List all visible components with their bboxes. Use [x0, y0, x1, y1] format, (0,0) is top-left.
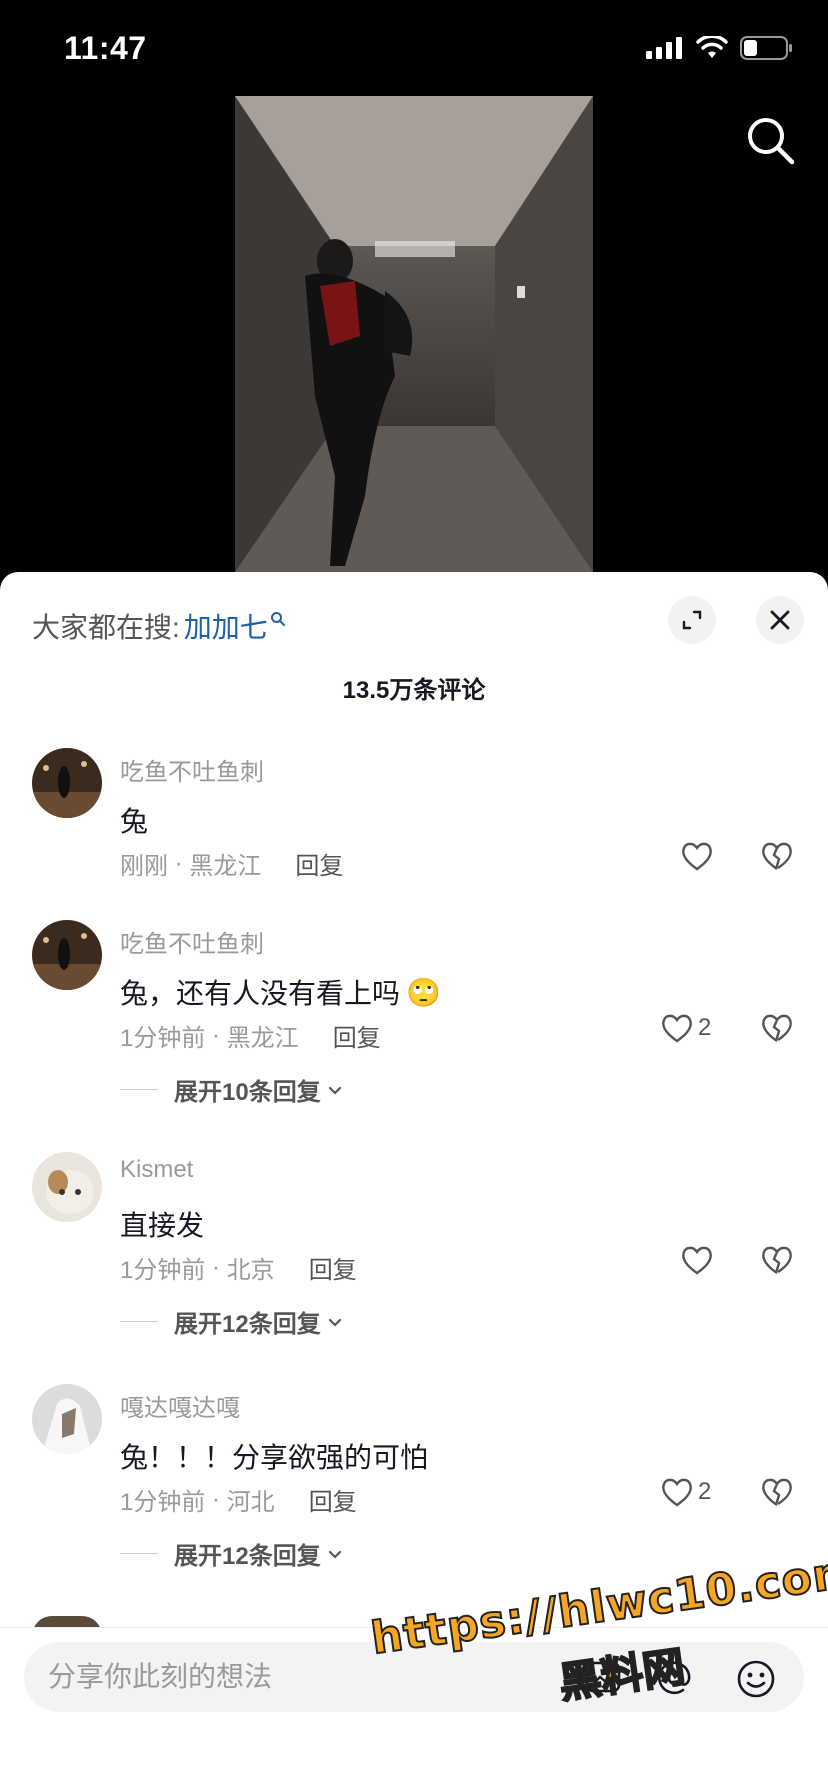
comment-text: 兔，还有人没有看上吗 🙄 — [120, 972, 441, 1012]
comment-meta: 1分钟前 · 北京 回复 — [120, 1250, 357, 1285]
comment-location: 黑龙江 — [189, 853, 262, 880]
like-button[interactable] — [680, 840, 714, 872]
comment-location: 北京 — [226, 1257, 275, 1284]
divider-line — [120, 1089, 158, 1090]
battery-icon — [740, 36, 792, 60]
dislike-button[interactable] — [760, 1476, 794, 1513]
comment-time: 1分钟前 — [120, 1257, 206, 1284]
video-frame — [235, 96, 593, 572]
comment-text-body: 兔，还有人没有看上吗 — [120, 978, 401, 1009]
comment-location: 黑龙江 — [226, 1025, 299, 1052]
status-bar: 11:47 — [0, 0, 828, 96]
avatar[interactable] — [32, 920, 102, 990]
meta-separator: · — [205, 1021, 227, 1049]
reply-button[interactable]: 回复 — [295, 846, 343, 881]
comment-item: 吃鱼不吐鱼刺 兔，还有人没有看上吗 🙄 1分钟前 · 黑龙江 回复 2 展开10… — [0, 920, 828, 1140]
hot-search-keyword[interactable]: 加加七 — [184, 606, 268, 646]
dislike-button[interactable] — [760, 1244, 794, 1281]
comment-count: 13.5万条评论 — [342, 677, 486, 704]
expand-icon — [682, 610, 702, 630]
avatar[interactable] — [32, 1152, 102, 1222]
watermark-name: 黑料网 — [555, 1642, 688, 1708]
status-time: 11:47 — [64, 30, 147, 66]
like-button[interactable] — [680, 1244, 714, 1276]
hot-search-label: 大家都在搜: — [32, 612, 180, 643]
heart-icon — [662, 1014, 692, 1043]
comment-username[interactable]: 吃鱼不吐鱼刺 — [120, 924, 264, 959]
comment-time: 1分钟前 — [120, 1025, 206, 1052]
like-button[interactable]: 2 — [660, 1012, 711, 1044]
comment-text: 直接发 — [120, 1210, 205, 1241]
reply-button[interactable]: 回复 — [333, 1018, 381, 1053]
close-button[interactable] — [756, 596, 804, 644]
comment-time: 1分钟前 — [120, 1489, 206, 1516]
broken-heart-icon — [762, 842, 792, 870]
comment-text: 兔 — [120, 806, 149, 837]
expand-replies-label: 展开12条回复 — [174, 1543, 321, 1570]
comment-item: Kismet 直接发 1分钟前 · 北京 回复 展开12条回复 — [0, 1152, 828, 1372]
video-player[interactable] — [235, 96, 593, 572]
meta-separator: · — [205, 1253, 227, 1281]
expand-replies-button[interactable]: 展开12条回复 — [120, 1536, 345, 1571]
comment-time: 刚刚 — [120, 853, 168, 880]
meta-separator: · — [205, 1485, 227, 1513]
comment-meta: 1分钟前 · 黑龙江 回复 — [120, 1018, 381, 1053]
avatar[interactable] — [32, 1384, 102, 1454]
signal-icon — [646, 37, 682, 59]
like-count: 2 — [698, 1478, 712, 1505]
close-icon — [770, 610, 790, 630]
wifi-icon — [696, 36, 728, 58]
expand-replies-label: 展开12条回复 — [174, 1311, 321, 1338]
expand-button[interactable] — [668, 596, 716, 644]
reply-button[interactable]: 回复 — [309, 1482, 357, 1517]
comment-meta: 刚刚 · 黑龙江 回复 — [120, 846, 343, 881]
small-search-icon — [270, 612, 285, 626]
search-icon[interactable] — [742, 112, 798, 168]
hot-search[interactable]: 大家都在搜: 加加七 — [32, 606, 286, 646]
avatar[interactable] — [32, 748, 102, 818]
chevron-down-icon — [328, 1318, 341, 1327]
expand-replies-button[interactable]: 展开10条回复 — [120, 1072, 345, 1107]
broken-heart-icon — [762, 1246, 792, 1274]
dislike-button[interactable] — [760, 1012, 794, 1049]
comment-username[interactable]: 吃鱼不吐鱼刺 — [120, 752, 264, 787]
like-button[interactable]: 2 — [660, 1476, 711, 1508]
chevron-down-icon — [328, 1086, 341, 1095]
status-icons — [646, 36, 794, 60]
comment-location: 河北 — [226, 1489, 275, 1516]
meta-separator: · — [168, 849, 190, 877]
comment-username[interactable]: 嘎达嘎达嘎 — [120, 1388, 240, 1423]
comment-item: 吃鱼不吐鱼刺 兔 刚刚 · 黑龙江 回复 — [0, 748, 828, 908]
broken-heart-icon — [762, 1478, 792, 1506]
eye-roll-emoji: 🙄 — [406, 976, 441, 1008]
expand-replies-label: 展开10条回复 — [174, 1079, 321, 1106]
divider-line — [120, 1321, 158, 1322]
divider-line — [120, 1553, 158, 1554]
dislike-button[interactable] — [760, 840, 794, 877]
broken-heart-icon — [762, 1014, 792, 1042]
like-count: 2 — [698, 1014, 712, 1041]
heart-icon — [682, 842, 712, 871]
reply-button[interactable]: 回复 — [309, 1250, 357, 1285]
expand-replies-button[interactable]: 展开12条回复 — [120, 1304, 345, 1339]
heart-icon — [682, 1246, 712, 1275]
comment-meta: 1分钟前 · 河北 回复 — [120, 1482, 357, 1517]
comment-username[interactable]: Kismet — [120, 1156, 193, 1184]
comment-text: 兔！！！分享欲强的可怕 — [120, 1442, 429, 1473]
heart-icon — [662, 1478, 692, 1507]
chevron-down-icon — [328, 1550, 341, 1559]
